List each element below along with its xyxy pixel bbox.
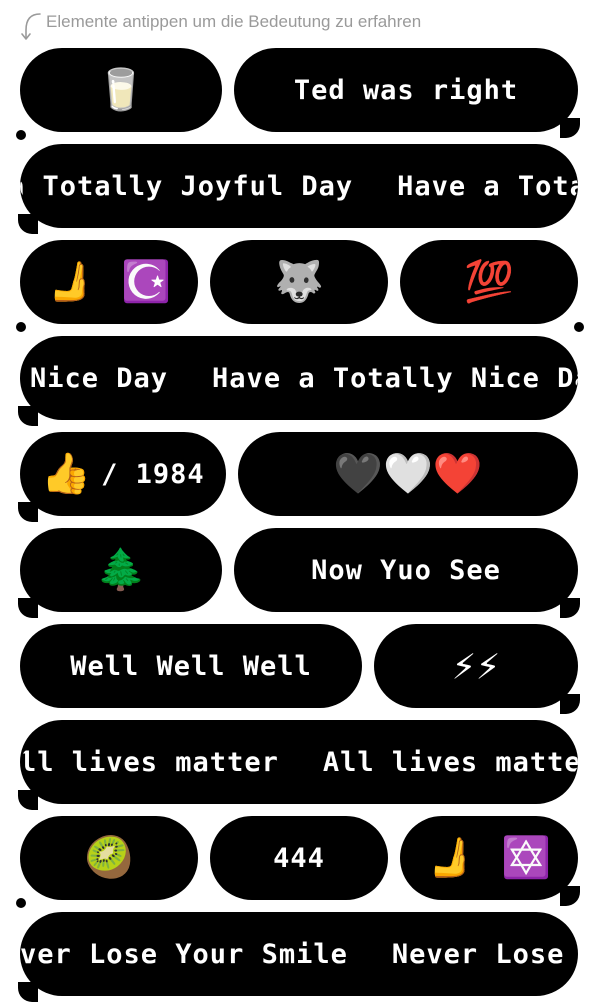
- ticker-text: ver Lose Your Smile: [20, 938, 348, 970]
- bubble-tail: [16, 898, 26, 908]
- bubble-row: Well Well Well ⚡⚡: [20, 624, 580, 714]
- ted-was-right-bubble[interactable]: Ted was right: [234, 48, 580, 138]
- bubble-tail: [18, 598, 38, 618]
- thumbs-up-icon: 👍: [41, 451, 92, 497]
- hand-crescent-bubble[interactable]: 🫸 ☪️: [16, 240, 198, 332]
- hint-bar: Elemente antippen um die Bedeutung zu er…: [18, 8, 588, 44]
- bubble-row: 🌲 Now Yuo See: [18, 528, 580, 618]
- hearts-icon: 🖤🤍❤️: [333, 451, 483, 497]
- bubble-label: / 1984: [101, 458, 205, 490]
- bubble-tail: [18, 406, 38, 426]
- tree-bubble[interactable]: 🌲: [18, 528, 222, 618]
- bubble-tail: [574, 322, 584, 332]
- bubble-tail: [16, 130, 26, 140]
- nice-day-ticker-bubble[interactable]: Nice Day Have a Totally Nice Day: [18, 336, 578, 426]
- milk-glass-icon: 🥛: [96, 67, 146, 113]
- evergreen-tree-icon: 🌲: [96, 547, 146, 593]
- ticker-text: Have a Totally Nice Day: [212, 362, 578, 394]
- hearts-bubble[interactable]: 🖤🤍❤️: [238, 432, 578, 516]
- lightning-icon: ⚡⚡: [451, 643, 501, 689]
- bubble-tail: [16, 322, 26, 332]
- bubble-row: ll lives matter All lives matter A: [18, 720, 578, 810]
- bubble-row: Nice Day Have a Totally Nice Day: [18, 336, 578, 426]
- bubble-row: ver Lose Your Smile Never Lose Y: [18, 912, 578, 1002]
- bubble-tail: [560, 118, 580, 138]
- hint-text: Elemente antippen um die Bedeutung zu er…: [46, 12, 422, 31]
- ticker-track: Nice Day Have a Totally Nice Day: [20, 363, 578, 394]
- bubble-tail: [560, 694, 580, 714]
- hand-crescent-icon: 🫸 ☪️: [47, 259, 171, 305]
- ticker-text: ll lives matter: [20, 746, 279, 778]
- ticker-track: ver Lose Your Smile Never Lose Y: [20, 939, 578, 970]
- bubble-tail: [18, 790, 38, 810]
- ticker-text: Have a Totally: [397, 170, 578, 202]
- 444-bubble[interactable]: 444: [210, 816, 388, 900]
- bubble-tail: [560, 598, 580, 618]
- ticker-track: ll lives matter All lives matter A: [20, 747, 578, 778]
- like-1984-bubble[interactable]: 👍 / 1984: [18, 432, 226, 522]
- ticker-track: a Totally Joyful Day Have a Totally: [20, 171, 578, 202]
- hand-star-bubble[interactable]: 🫸 ✡️: [400, 816, 580, 906]
- bubble-row: 🫸 ☪️ 🐺 💯: [16, 240, 584, 332]
- ticker-text: All lives matter: [322, 746, 578, 778]
- hand-star-of-david-icon: 🫸 ✡️: [427, 835, 551, 881]
- wolf-icon: 🐺: [274, 259, 324, 305]
- ticker-text: Never Lose Y: [391, 938, 578, 970]
- lightning-bubble[interactable]: ⚡⚡: [374, 624, 580, 714]
- bubble-label: Well Well Well: [70, 650, 312, 682]
- curved-arrow-icon: [21, 13, 41, 40]
- hundred-bubble[interactable]: 💯: [400, 240, 584, 332]
- ticker-text: Nice Day: [30, 362, 169, 394]
- bubble-row: 🥛 Ted was right: [16, 48, 580, 140]
- bubble-tail: [560, 886, 580, 906]
- well-well-well-bubble[interactable]: Well Well Well: [20, 624, 362, 708]
- bubble-tail: [18, 502, 38, 522]
- like-1984-content: 👍 / 1984: [41, 454, 204, 494]
- bubble-label: Now Yuo See: [311, 554, 501, 586]
- wolf-bubble[interactable]: 🐺: [210, 240, 388, 324]
- bubble-row: a Totally Joyful Day Have a Totally: [18, 144, 578, 234]
- kiwi-bubble[interactable]: 🥝: [16, 816, 198, 908]
- bubble-row: 👍 / 1984 🖤🤍❤️: [18, 432, 578, 522]
- kiwi-fruit-icon: 🥝: [84, 835, 134, 881]
- bubble-tail: [18, 982, 38, 1002]
- ticker-text: a Totally Joyful Day: [20, 170, 354, 202]
- smile-ticker-bubble[interactable]: ver Lose Your Smile Never Lose Y: [18, 912, 578, 1002]
- bubble-tail: [18, 214, 38, 234]
- bubble-label: 444: [273, 842, 325, 874]
- bubble-label: Ted was right: [293, 74, 519, 106]
- lives-matter-ticker-bubble[interactable]: ll lives matter All lives matter A: [18, 720, 578, 810]
- bubble-row: 🥝 444 🫸 ✡️: [16, 816, 580, 908]
- hundred-points-icon: 💯: [464, 259, 514, 305]
- joyful-day-ticker-bubble[interactable]: a Totally Joyful Day Have a Totally: [18, 144, 578, 234]
- milk-bubble[interactable]: 🥛: [16, 48, 222, 140]
- now-yuo-see-bubble[interactable]: Now Yuo See: [234, 528, 580, 618]
